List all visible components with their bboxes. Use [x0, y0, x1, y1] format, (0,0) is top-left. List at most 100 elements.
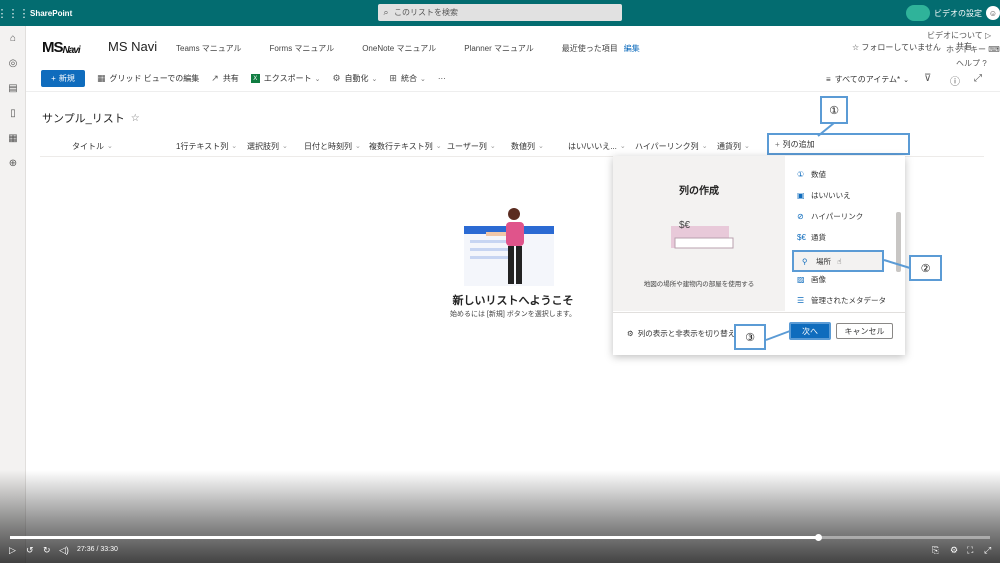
callout-2-arrow [883, 259, 911, 269]
grid-edit-button[interactable]: ▦ グリッド ビューでの編集 [97, 73, 199, 84]
video-time: 27:36 / 33:30 [77, 546, 118, 553]
nav-item-forms[interactable]: Forms マニュアル [270, 43, 335, 54]
new-button[interactable]: + 新規 [41, 70, 85, 87]
video-settings-label: ビデオの設定 [934, 8, 982, 18]
more-button[interactable]: ··· [438, 74, 446, 83]
search-box[interactable]: ⌕ このリストを検索 [378, 4, 622, 21]
video-settings[interactable]: ビデオの設定 ☺ [906, 4, 1000, 22]
export-button[interactable]: X エクスポート ⌄ [250, 73, 321, 84]
chevron-down-icon: ⌄ [701, 143, 708, 150]
document-icon[interactable]: ▯ [0, 101, 26, 126]
suite-brand[interactable]: SharePoint [30, 9, 72, 18]
app-launcher-icon[interactable]: ⋮⋮⋮ [0, 0, 30, 26]
chevron-down-icon: ⌄ [435, 143, 442, 150]
captions-icon[interactable]: ⎘ [932, 545, 939, 556]
plus-icon: + [51, 74, 56, 83]
news-icon[interactable]: ▤ [0, 76, 26, 101]
chevron-down-icon: ⌄ [903, 76, 909, 84]
video-progress-knob[interactable] [814, 534, 822, 541]
cancel-button[interactable]: キャンセル [836, 323, 893, 339]
plus-icon: + [775, 139, 780, 149]
nav-item-onenote[interactable]: OneNote マニュアル [362, 43, 436, 54]
hotkeys-link[interactable]: ホットキー ⌨ [946, 44, 1000, 55]
location-icon: ⚲ [802, 256, 808, 266]
site-name[interactable]: MS Navi [108, 39, 157, 54]
type-list-scrollbar[interactable] [895, 160, 901, 310]
share-button[interactable]: ↗ 共有 [211, 73, 239, 84]
empty-state-title: 新しいリストへようこそ [452, 295, 574, 307]
type-item-partial [787, 156, 893, 164]
type-item-managed-metadata[interactable]: ☰ 管理されたメタデータ [787, 290, 893, 311]
filter-icon[interactable]: ⊽ [924, 73, 931, 84]
column-header-number[interactable]: 数値列 ⌄ [511, 138, 544, 154]
command-bar: + 新規 ▦ グリッド ビューでの編集 ↗ 共有 X エクスポート ⌄ ⚙ 自動化 ⌄ ⊞ 統合… [26, 66, 1000, 92]
list-icon[interactable]: ▦ [0, 126, 26, 151]
column-header-datetime[interactable]: 日付と時刻列 ⌄ [304, 138, 361, 154]
image-icon: ▨ [797, 275, 805, 284]
suite-bar: ⋮⋮⋮ SharePoint ⌕ このリストを検索 ビデオの設定 ☺ [0, 0, 1000, 26]
nav-item-planner[interactable]: Planner マニュアル [464, 43, 534, 54]
play-icon[interactable]: ▷ [9, 545, 16, 556]
popout-icon[interactable]: ⤢ [984, 545, 991, 556]
column-header-user[interactable]: ユーザー列 ⌄ [447, 138, 496, 154]
type-item-currency[interactable]: $€ 通貨 [787, 227, 893, 248]
view-lines-icon: ≡ [826, 75, 831, 84]
site-header: MS Navi MS Navi Teams マニュアル Forms マニュアル O… [26, 26, 1000, 66]
chevron-down-icon: ⌄ [231, 143, 238, 150]
follow-button[interactable]: ☆ フォローしていません [852, 42, 941, 53]
list-title: サンプル_リスト ☆ [42, 110, 140, 126]
avatar[interactable]: ☺ [986, 6, 1000, 20]
info-icon[interactable]: ⓘ [950, 73, 960, 88]
chevron-down-icon: ⌄ [619, 143, 626, 150]
video-progress-fill [10, 536, 818, 539]
chevron-down-icon: ⌄ [314, 75, 321, 83]
favorite-star-icon[interactable]: ☆ [131, 113, 140, 124]
chevron-down-icon: ⌄ [419, 75, 426, 83]
type-item-number[interactable]: ① 数値 [787, 164, 893, 185]
column-header-singleline[interactable]: 1行テキスト列 ⌄ [176, 138, 237, 154]
search-icon: ⌕ [383, 7, 389, 17]
chevron-down-icon: ⌄ [107, 143, 113, 150]
type-item-hyperlink[interactable]: ⊘ ハイパーリンク [787, 206, 893, 227]
callout-3-arrow [765, 330, 791, 341]
rewind-icon[interactable]: ↺ [26, 545, 34, 556]
fullscreen-icon[interactable]: ⛶ [967, 545, 973, 556]
volume-icon[interactable]: ◁) [59, 545, 69, 556]
globe-icon[interactable]: ◎ [0, 51, 26, 76]
column-header-currency[interactable]: 通貨列 ⌄ [717, 138, 750, 154]
show-hide-columns-link[interactable]: ⚙ 列の表示と非表示を切り替え [627, 328, 735, 339]
column-header-choice[interactable]: 選択肢列 ⌄ [247, 138, 288, 154]
site-logo[interactable]: MS Navi [42, 34, 84, 60]
about-video-link[interactable]: ビデオについて ▷ [927, 30, 991, 41]
nav-item-recent[interactable]: 最近使った項目 [562, 43, 618, 54]
number-icon: ① [797, 170, 805, 179]
column-type-list: ① 数値 ▣ はい/いいえ ⊘ ハイパーリンク $€ 通貨 ▨ 画像 ☰ 管理されたメタデー… [787, 156, 893, 311]
column-header-hyperlink[interactable]: ハイパーリンク列 ⌄ [635, 138, 708, 154]
column-header-multiline[interactable]: 複数行テキスト列 ⌄ [369, 138, 442, 154]
panel-title: 列の作成 [679, 186, 719, 197]
expand-icon[interactable]: ⤢ [974, 73, 982, 84]
nav-item-teams[interactable]: Teams マニュアル [176, 43, 242, 54]
settings-gear-icon[interactable]: ⚙ [950, 545, 958, 556]
integrate-button[interactable]: ⊞ 統合 ⌄ [389, 73, 425, 84]
type-item-yesno[interactable]: ▣ はい/いいえ [787, 185, 893, 206]
create-icon[interactable]: ⊕ [0, 151, 26, 176]
forward-icon[interactable]: ↻ [43, 545, 51, 556]
chevron-down-icon: ⌄ [744, 143, 750, 150]
logo-letters: MS [42, 38, 63, 56]
view-selector[interactable]: ≡ すべてのアイテム* ⌄ [826, 74, 909, 85]
video-progress-bar[interactable] [10, 534, 990, 541]
share-icon: ↗ [211, 73, 219, 83]
type-item-location[interactable]: ⚲ 場所 ☝ [792, 250, 884, 272]
automate-button[interactable]: ⚙ 自動化 ⌄ [332, 73, 377, 84]
automate-icon: ⚙ [332, 73, 341, 83]
type-item-image[interactable]: ▨ 画像 [787, 269, 893, 290]
home-icon[interactable]: ⌂ [0, 26, 26, 51]
next-button[interactable]: 次へ [789, 322, 831, 340]
nav-edit-link[interactable]: 編集 [624, 43, 640, 54]
callout-1: ① [820, 96, 848, 124]
currency-icon: $€ [797, 233, 806, 242]
column-header-title[interactable]: タイトル ⌄ [72, 138, 113, 154]
column-header-yesno[interactable]: はい/いいえ... ⌄ [568, 138, 626, 154]
search-placeholder: このリストを検索 [394, 8, 458, 17]
